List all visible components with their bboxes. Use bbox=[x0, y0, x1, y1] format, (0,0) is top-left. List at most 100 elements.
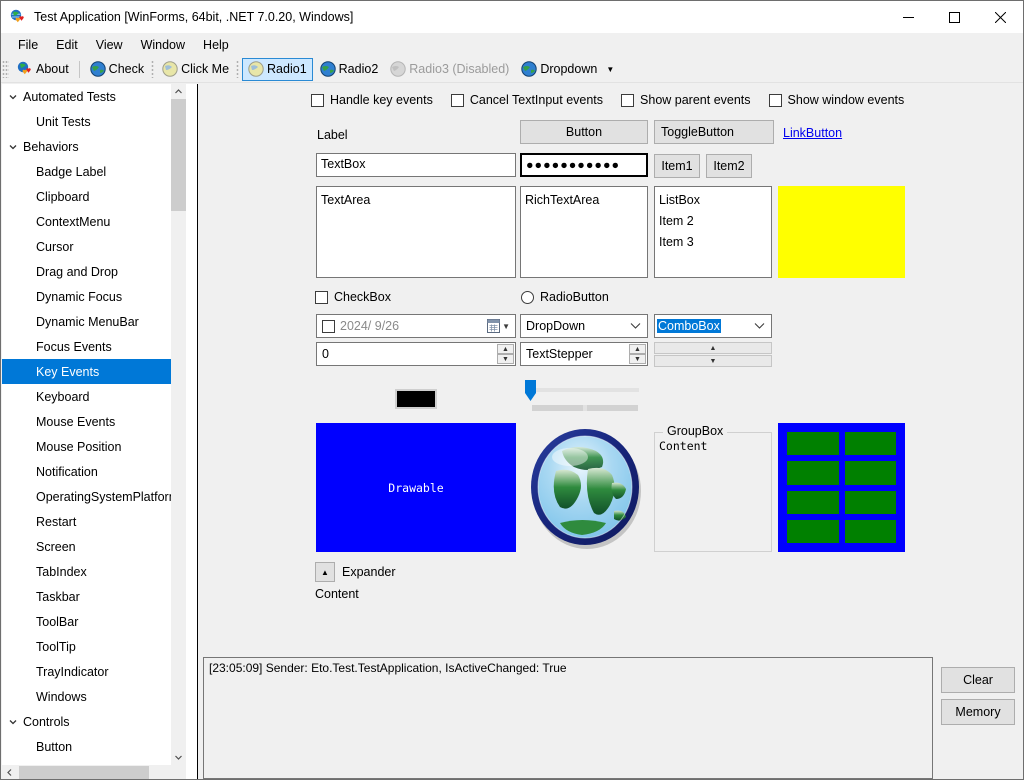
sidebar-horizontal-scrollbar[interactable] bbox=[2, 765, 183, 779]
menu-item-file[interactable]: File bbox=[9, 35, 47, 55]
tree-node-contextmenu[interactable]: ContextMenu bbox=[2, 209, 182, 234]
textarea-control[interactable]: TextArea bbox=[316, 186, 516, 278]
tree-node-cursor[interactable]: Cursor bbox=[2, 234, 182, 259]
toolbar-button-about[interactable]: About bbox=[12, 58, 74, 81]
checkbox-show-window-events[interactable]: Show window events bbox=[768, 93, 904, 107]
menu-item-help[interactable]: Help bbox=[194, 35, 238, 55]
close-button[interactable] bbox=[977, 1, 1023, 33]
clear-button[interactable]: Clear bbox=[941, 667, 1015, 693]
tree-node-toolbar[interactable]: ToolBar bbox=[2, 609, 182, 634]
datepicker-control[interactable]: 2024/ 9/26 ▼ bbox=[316, 314, 516, 338]
dropdown-control[interactable]: DropDown bbox=[520, 314, 648, 338]
stepper-buttons[interactable]: ▲ ▼ bbox=[629, 344, 646, 364]
toggle-button-control[interactable]: ToggleButton bbox=[654, 120, 774, 144]
stepper-down-button[interactable]: ▼ bbox=[629, 354, 646, 364]
grid-cell[interactable] bbox=[787, 461, 839, 485]
tree-node-focus-events[interactable]: Focus Events bbox=[2, 334, 182, 359]
yellow-color-panel[interactable] bbox=[778, 186, 905, 278]
checkbox-box[interactable] bbox=[311, 93, 324, 107]
tree-node-restart[interactable]: Restart bbox=[2, 509, 182, 534]
tree-node-windows[interactable]: Windows bbox=[2, 684, 182, 709]
toolbar-grip[interactable] bbox=[2, 60, 9, 78]
checkbox-box[interactable] bbox=[450, 93, 464, 107]
listbox-control[interactable]: ListBox Item 2 Item 3 bbox=[654, 186, 772, 278]
chevron-down-icon[interactable] bbox=[6, 140, 20, 154]
textbox-control[interactable]: TextBox bbox=[316, 153, 516, 177]
tree-node-badge-label[interactable]: Badge Label bbox=[2, 159, 182, 184]
chevron-down-icon[interactable] bbox=[630, 319, 641, 333]
slider-control[interactable] bbox=[525, 380, 639, 401]
checkbox-handle-key-events[interactable]: Handle key events bbox=[311, 93, 433, 107]
password-box-control[interactable]: ●●●●●●●●●●● bbox=[520, 153, 648, 177]
tree-node-controls[interactable]: Controls bbox=[2, 709, 182, 734]
tree-node-behaviors[interactable]: Behaviors bbox=[2, 134, 182, 159]
toolbar-button-click-me[interactable]: Click Me bbox=[157, 58, 234, 81]
toolbar-radio-radio2[interactable]: Radio2 bbox=[315, 58, 384, 81]
grid-cell[interactable] bbox=[844, 519, 896, 543]
scroll-up-icon[interactable] bbox=[171, 84, 186, 99]
sidebar-tree[interactable]: Automated Tests Unit Tests Behaviors Bad… bbox=[2, 84, 198, 779]
combobox-control[interactable]: ComboBox bbox=[654, 314, 772, 338]
table-layout-panel[interactable] bbox=[778, 423, 905, 552]
checkbox-box[interactable] bbox=[315, 290, 328, 304]
button-control[interactable]: Button bbox=[520, 120, 648, 144]
expander-control[interactable]: ▲ Expander bbox=[315, 562, 396, 582]
event-log-panel[interactable]: [23:05:09] Sender: Eto.Test.TestApplicat… bbox=[203, 657, 933, 779]
checkbox-cancel-textinput-events[interactable]: Cancel TextInput events bbox=[450, 93, 603, 107]
tree-node-taskbar[interactable]: Taskbar bbox=[2, 584, 182, 609]
tree-node-dynamic-menubar[interactable]: Dynamic MenuBar bbox=[2, 309, 182, 334]
richtextarea-control[interactable]: RichTextArea bbox=[520, 186, 648, 278]
scroll-down-icon[interactable] bbox=[171, 750, 186, 765]
menu-item-view[interactable]: View bbox=[87, 35, 132, 55]
toolbar-grip[interactable] bbox=[151, 60, 155, 78]
grid-cell[interactable] bbox=[844, 432, 896, 456]
slider-thumb[interactable] bbox=[525, 380, 536, 401]
scrollbar-thumb[interactable] bbox=[19, 766, 149, 779]
toolbar-radio-radio1[interactable]: Radio1 bbox=[242, 57, 313, 81]
tree-node-keyboard[interactable]: Keyboard bbox=[2, 384, 182, 409]
toolbar-grip[interactable] bbox=[236, 60, 240, 78]
stepper-down-button[interactable]: ▼ bbox=[497, 354, 514, 364]
text-stepper-control[interactable]: TextStepper ▲ ▼ bbox=[520, 342, 648, 366]
numeric-stepper-control[interactable]: 0 ▲ ▼ bbox=[316, 342, 516, 366]
tree-node-drag-and-drop[interactable]: Drag and Drop bbox=[2, 259, 182, 284]
listbox-item[interactable]: ListBox bbox=[659, 190, 767, 211]
grid-cell[interactable] bbox=[844, 490, 896, 514]
grid-cell[interactable] bbox=[787, 432, 839, 456]
expander-toggle-icon[interactable]: ▲ bbox=[315, 562, 335, 582]
color-picker-swatch[interactable] bbox=[395, 389, 437, 409]
checkbox-control[interactable]: CheckBox bbox=[315, 290, 391, 304]
memory-button[interactable]: Memory bbox=[941, 699, 1015, 725]
sidebar-vertical-scrollbar[interactable] bbox=[171, 84, 186, 765]
spinner-up-bar[interactable]: ▲ bbox=[654, 342, 772, 354]
tree-node-mouse-events[interactable]: Mouse Events bbox=[2, 409, 182, 434]
grid-cell[interactable] bbox=[787, 490, 839, 514]
tree-node-button[interactable]: Button bbox=[2, 734, 182, 759]
grid-cell[interactable] bbox=[787, 519, 839, 543]
stepper-up-button[interactable]: ▲ bbox=[497, 344, 514, 354]
tree-node-dynamic-focus[interactable]: Dynamic Focus bbox=[2, 284, 182, 309]
drawable-panel[interactable]: Drawable bbox=[316, 423, 516, 552]
listbox-item[interactable]: Item 3 bbox=[659, 232, 767, 253]
tree-node-screen[interactable]: Screen bbox=[2, 534, 182, 559]
scrollbar-thumb[interactable] bbox=[171, 99, 186, 211]
tree-node-unit-tests[interactable]: Unit Tests bbox=[2, 109, 182, 134]
menu-item-window[interactable]: Window bbox=[132, 35, 194, 55]
spinner-down-bar[interactable]: ▼ bbox=[654, 355, 772, 367]
toolbar-button-check[interactable]: Check bbox=[85, 58, 149, 81]
calendar-icon[interactable]: ▼ bbox=[487, 319, 510, 333]
slider-track[interactable] bbox=[525, 388, 639, 392]
tree-node-automated-tests[interactable]: Automated Tests bbox=[2, 84, 182, 109]
chevron-down-icon[interactable] bbox=[754, 319, 765, 333]
radiobutton-control[interactable]: RadioButton bbox=[521, 290, 609, 304]
combobox-value[interactable]: ComboBox bbox=[657, 319, 721, 333]
maximize-button[interactable] bbox=[931, 1, 977, 33]
stepper-buttons[interactable]: ▲ ▼ bbox=[497, 344, 514, 364]
tree-node-operatingsystemplatform[interactable]: OperatingSystemPlatform bbox=[2, 484, 182, 509]
chevron-down-icon[interactable]: ▼ bbox=[502, 322, 510, 331]
tree-node-clipboard[interactable]: Clipboard bbox=[2, 184, 182, 209]
segmented-item-2[interactable]: Item2 bbox=[706, 154, 752, 178]
tree-node-tooltip[interactable]: ToolTip bbox=[2, 634, 182, 659]
tree-node-key-events[interactable]: Key Events bbox=[2, 359, 182, 384]
grid-cell[interactable] bbox=[844, 461, 896, 485]
